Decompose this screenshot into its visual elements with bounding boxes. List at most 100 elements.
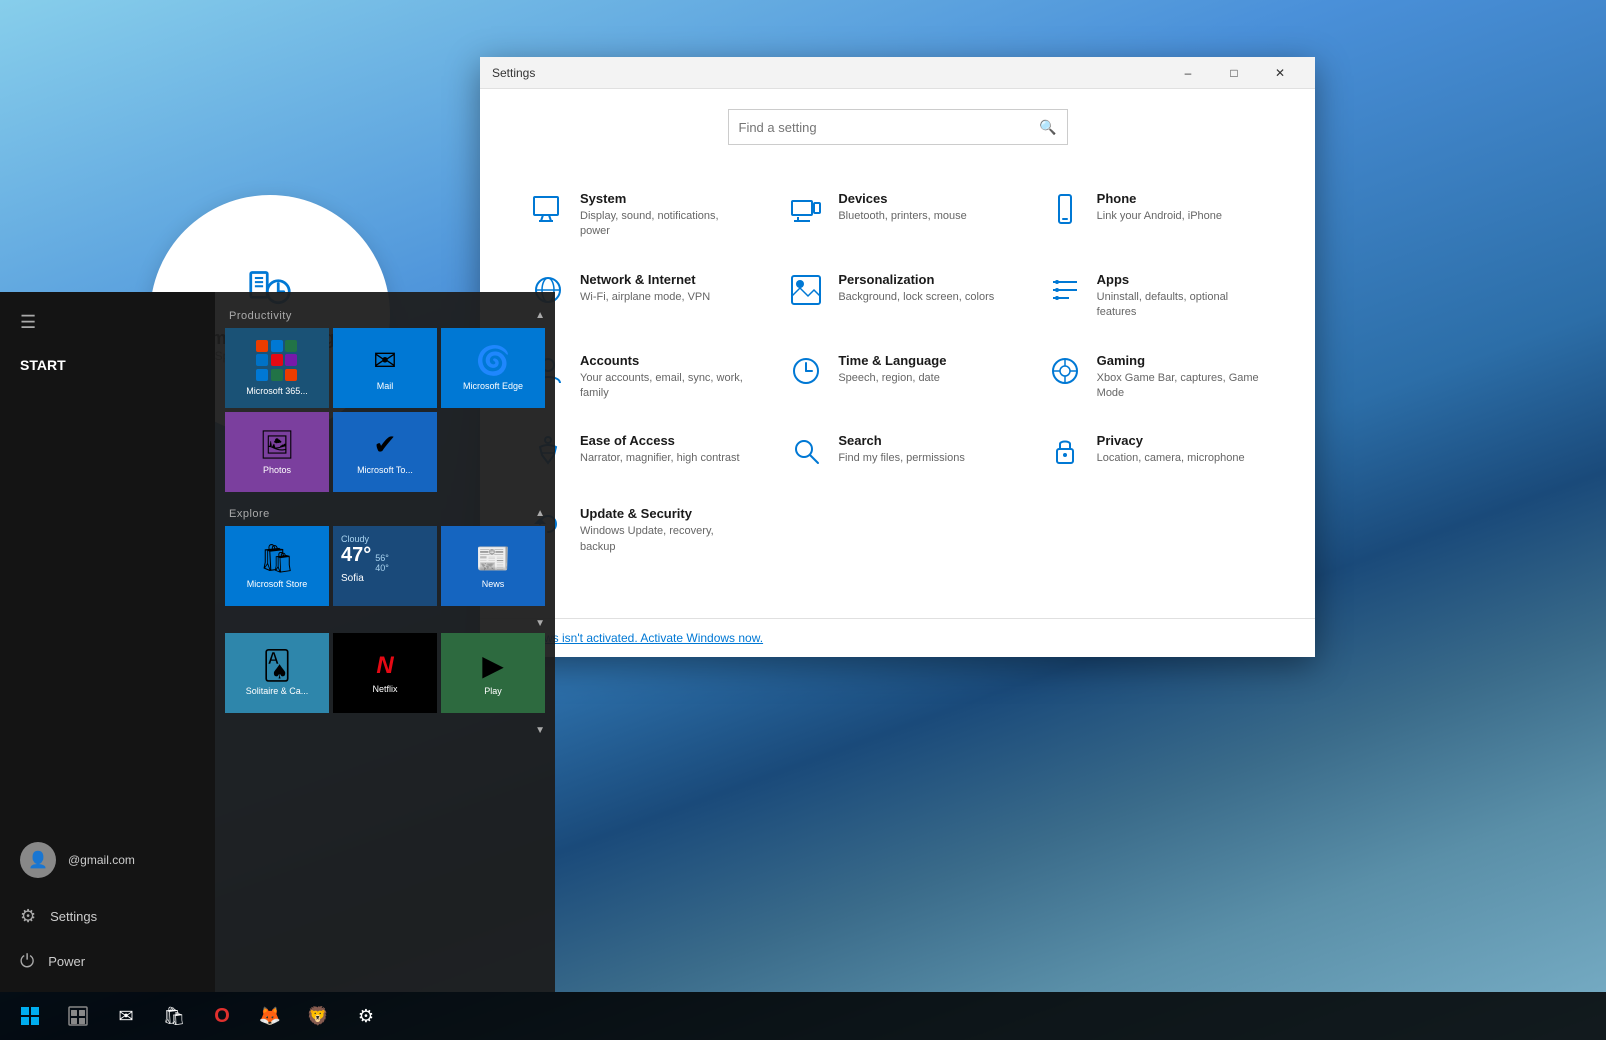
network-desc: Wi-Fi, airplane mode, VPN: [580, 290, 710, 305]
firefox-taskbar-button[interactable]: 🦊: [248, 994, 292, 1038]
mail-icon: ✉: [373, 344, 396, 377]
start-button[interactable]: [8, 994, 52, 1038]
network-name: Network & Internet: [580, 272, 710, 287]
tile-store[interactable]: 🛍 Microsoft Store: [225, 526, 329, 606]
explore-header: Explore: [225, 500, 274, 526]
search-input[interactable]: [739, 120, 1032, 135]
store-taskbar-button[interactable]: 🛍: [152, 994, 196, 1038]
edge-label: Microsoft Edge: [463, 381, 523, 392]
store-icon: 🛍: [259, 542, 295, 575]
m365-icons: [256, 340, 298, 382]
tile-todo[interactable]: ✔ Microsoft To...: [333, 412, 437, 492]
start-hamburger[interactable]: ☰: [0, 300, 215, 345]
tile-photos[interactable]: 🖼 Photos: [225, 412, 329, 492]
start-tiles-panel: Productivity ▲ Microsoft 365...: [215, 292, 555, 992]
start-text: START: [20, 357, 66, 373]
search-icon: 🔍: [1039, 119, 1056, 136]
gaming-text: Gaming Xbox Game Bar, captures, Game Mod…: [1097, 353, 1265, 402]
weather-condition: Cloudy: [341, 534, 369, 544]
privacy-text: Privacy Location, camera, microphone: [1097, 433, 1245, 466]
apps-text: Apps Uninstall, defaults, optional featu…: [1097, 272, 1265, 321]
settings-gaming[interactable]: Gaming Xbox Game Bar, captures, Game Mod…: [1027, 337, 1285, 418]
netflix-logo: N: [376, 652, 393, 680]
privacy-name: Privacy: [1097, 433, 1245, 448]
window-controls: – □ ✕: [1165, 57, 1303, 89]
tile-netflix[interactable]: N Netflix: [333, 633, 437, 713]
devices-name: Devices: [838, 191, 966, 206]
brave-taskbar-button[interactable]: 🦁: [296, 994, 340, 1038]
user-avatar: 👤: [20, 842, 56, 878]
accounts-name: Accounts: [580, 353, 748, 368]
search-settings-icon: [788, 435, 824, 474]
settings-devices[interactable]: Devices Bluetooth, printers, mouse: [768, 175, 1026, 256]
settings-taskbar-button[interactable]: ⚙: [344, 994, 388, 1038]
todo-icon: ✔: [373, 428, 396, 461]
time-language-name: Time & Language: [838, 353, 946, 368]
tile-solitaire[interactable]: 🂡 Solitaire & Ca...: [225, 633, 329, 713]
gaming-name: Gaming: [1097, 353, 1265, 368]
mail-label: Mail: [377, 381, 394, 392]
tile-news[interactable]: 📰 News: [441, 526, 545, 606]
window-title: Settings: [492, 66, 1165, 80]
productivity-header: Productivity: [225, 302, 296, 328]
tile-m365[interactable]: Microsoft 365...: [225, 328, 329, 408]
weather-hilo: 56° 40°: [375, 553, 389, 573]
privacy-icon: [1047, 435, 1083, 474]
user-email: @gmail.com: [68, 853, 135, 867]
explore-collapse[interactable]: ▲: [535, 504, 545, 523]
store-label: Microsoft Store: [247, 579, 308, 590]
minimize-button[interactable]: –: [1165, 57, 1211, 89]
apps-icon: [1047, 274, 1083, 313]
entertainment-tiles: 🂡 Solitaire & Ca... N Netflix ▶ Play: [225, 633, 545, 713]
tile-play[interactable]: ▶ Play: [441, 633, 545, 713]
gaming-icon: [1047, 355, 1083, 394]
start-menu: ☰ START 👤 @gmail.com ⚙ Settings ⏻ Power …: [0, 292, 555, 992]
settings-time-language[interactable]: Time & Language Speech, region, date: [768, 337, 1026, 418]
search-settings-name: Search: [838, 433, 965, 448]
photos-icon: 🖼: [259, 428, 295, 461]
productivity-collapse[interactable]: ▲: [535, 306, 545, 325]
personalization-desc: Background, lock screen, colors: [838, 290, 994, 305]
devices-text: Devices Bluetooth, printers, mouse: [838, 191, 966, 224]
settings-personalization[interactable]: Personalization Background, lock screen,…: [768, 256, 1026, 337]
time-language-desc: Speech, region, date: [838, 371, 946, 386]
mail-taskbar-button[interactable]: ✉: [104, 994, 148, 1038]
time-language-text: Time & Language Speech, region, date: [838, 353, 946, 386]
search-settings-text: Search Find my files, permissions: [838, 433, 965, 466]
privacy-desc: Location, camera, microphone: [1097, 451, 1245, 466]
play-label: Play: [484, 686, 502, 697]
tile-mail[interactable]: ✉ Mail: [333, 328, 437, 408]
start-power-item[interactable]: ⏻ Power: [0, 939, 215, 984]
weather-temp: 47°: [341, 544, 371, 567]
start-user[interactable]: 👤 @gmail.com: [0, 826, 215, 894]
tile-weather[interactable]: Cloudy 47° 56° 40° Sofia: [333, 526, 437, 606]
devices-icon: [788, 193, 824, 232]
network-text: Network & Internet Wi-Fi, airplane mode,…: [580, 272, 710, 305]
apps-desc: Uninstall, defaults, optional features: [1097, 290, 1265, 321]
ease-access-name: Ease of Access: [580, 433, 740, 448]
settings-search[interactable]: Search Find my files, permissions: [768, 417, 1026, 490]
settings-apps[interactable]: Apps Uninstall, defaults, optional featu…: [1027, 256, 1285, 337]
settings-privacy[interactable]: Privacy Location, camera, microphone: [1027, 417, 1285, 490]
start-power-icon: ⏻: [20, 951, 34, 972]
search-taskbar-button[interactable]: [56, 994, 100, 1038]
settings-grid: System Display, sound, notifications, po…: [510, 175, 1285, 571]
personalization-icon: [788, 274, 824, 313]
settings-system[interactable]: System Display, sound, notifications, po…: [510, 175, 768, 256]
netflix-label: Netflix: [372, 684, 397, 695]
gaming-desc: Xbox Game Bar, captures, Game Mode: [1097, 371, 1265, 402]
window-titlebar: Settings – □ ✕: [480, 57, 1315, 89]
tile-edge[interactable]: 🌀 Microsoft Edge: [441, 328, 545, 408]
accounts-text: Accounts Your accounts, email, sync, wor…: [580, 353, 748, 402]
start-settings-label: Settings: [50, 909, 97, 924]
search-box[interactable]: 🔍: [728, 109, 1068, 145]
settings-phone[interactable]: Phone Link your Android, iPhone: [1027, 175, 1285, 256]
maximize-button[interactable]: □: [1211, 57, 1257, 89]
opera-taskbar-button[interactable]: O: [200, 994, 244, 1038]
section-collapse-arrow-1[interactable]: ▼: [535, 614, 545, 633]
productivity-tiles: Microsoft 365... ✉ Mail 🌀 Microsoft Edge…: [225, 328, 545, 492]
play-icon: ▶: [482, 649, 504, 682]
close-button[interactable]: ✕: [1257, 57, 1303, 89]
section-collapse-arrow-2[interactable]: ▼: [535, 721, 545, 740]
start-settings-item[interactable]: ⚙ Settings: [0, 894, 215, 939]
